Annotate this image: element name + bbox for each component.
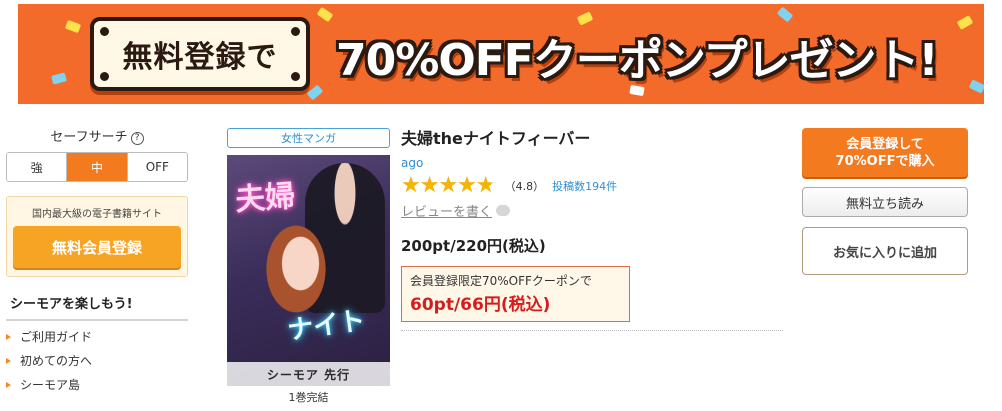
free-trial-read-button[interactable]: 無料立ち読み bbox=[802, 187, 968, 217]
banner-plate-text: 無料登録で bbox=[122, 40, 278, 75]
buy-button-line2: 70%OFFで購入 bbox=[835, 153, 935, 169]
confetti-decoration bbox=[306, 84, 324, 101]
question-circle-icon[interactable]: ? bbox=[130, 132, 144, 145]
sidebar-links: ご利用ガイド 初めての方へ シーモア島 bbox=[6, 325, 188, 397]
promo-banner[interactable]: 無料登録で 70%OFFクーポンプレゼント! bbox=[18, 4, 984, 104]
sidebar-link-cmoa-island[interactable]: シーモア島 bbox=[6, 373, 188, 397]
triangle-right-icon bbox=[6, 382, 11, 388]
coupon-caption: 会員登録限定70%OFFクーポンで bbox=[410, 274, 592, 288]
book-title: 夫婦theナイトフィーバー bbox=[401, 129, 591, 148]
safe-search-option-strong[interactable]: 強 bbox=[7, 153, 68, 181]
coupon-price: 60pt/66円(税込) bbox=[410, 295, 551, 315]
cover-neon-title-top: 夫婦 bbox=[234, 178, 297, 219]
author-link[interactable]: ago bbox=[401, 156, 783, 170]
reviews-count-link[interactable]: 投稿数194件 bbox=[552, 178, 617, 194]
confetti-decoration bbox=[956, 15, 974, 30]
sidebar-heading: シーモアを楽しもう! bbox=[6, 287, 188, 321]
member-buy-button[interactable]: 会員登録して 70%OFFで購入 bbox=[802, 128, 968, 177]
volume-note: 1巻完結 bbox=[288, 391, 329, 404]
safe-search-selector: 強 中 OFF bbox=[6, 152, 188, 182]
action-panel: 会員登録して 70%OFFで購入 無料立ち読み お気に入りに追加 bbox=[802, 128, 968, 275]
coupon-box: 会員登録限定70%OFFクーポンで 60pt/66円(税込) bbox=[401, 266, 630, 322]
book-info: 夫婦theナイトフィーバー ago ★★★★★ ★★★★★ （4.8） 投稿数1… bbox=[401, 128, 783, 331]
add-to-favorites-button[interactable]: お気に入りに追加 bbox=[802, 227, 968, 275]
write-review-link[interactable]: レビューを書く bbox=[401, 201, 783, 220]
cover-brand-bar: シーモア 先行 bbox=[227, 362, 390, 386]
triangle-right-icon bbox=[6, 358, 11, 364]
safe-search-option-medium[interactable]: 中 bbox=[67, 153, 128, 181]
speech-bubble-icon bbox=[496, 205, 511, 216]
rating-row: ★★★★★ ★★★★★ （4.8） 投稿数194件 bbox=[401, 175, 783, 197]
confetti-decoration bbox=[51, 72, 67, 85]
left-sidebar: セーフサーチ? 強 中 OFF 国内最大級の電子書籍サイト 無料会員登録 シーモ… bbox=[6, 128, 188, 397]
safe-search-option-off[interactable]: OFF bbox=[127, 153, 187, 181]
confetti-decoration bbox=[64, 19, 82, 34]
divider bbox=[401, 330, 783, 331]
banner-plate: 無料登録で bbox=[90, 17, 310, 91]
buy-button-line1: 会員登録して bbox=[846, 136, 924, 152]
rating-score: （4.8） bbox=[504, 180, 545, 193]
banner-headline: 70%OFFクーポンプレゼント! bbox=[336, 35, 939, 86]
free-signup-button[interactable]: 無料会員登録 bbox=[13, 226, 181, 268]
star-rating: ★★★★★ ★★★★★ bbox=[401, 175, 496, 197]
safe-search-label: セーフサーチ bbox=[50, 130, 128, 145]
confetti-decoration bbox=[776, 6, 794, 23]
genre-tag[interactable]: 女性マンガ bbox=[227, 128, 390, 148]
signup-box: 国内最大級の電子書籍サイト 無料会員登録 bbox=[6, 196, 188, 277]
confetti-decoration bbox=[316, 6, 334, 23]
triangle-right-icon bbox=[6, 334, 11, 340]
book-cover-image[interactable]: 夫婦 ナイト シーモア 先行 bbox=[227, 155, 390, 386]
write-review-label: レビューを書く bbox=[401, 205, 493, 220]
signup-caption: 国内最大級の電子書籍サイト bbox=[32, 209, 162, 220]
confetti-decoration bbox=[968, 79, 984, 94]
sidebar-link-guide[interactable]: ご利用ガイド bbox=[6, 325, 188, 349]
book-price: 200pt/220円(税込) bbox=[401, 237, 546, 255]
safe-search-title: セーフサーチ? bbox=[6, 128, 188, 148]
sidebar-link-first-time[interactable]: 初めての方へ bbox=[6, 349, 188, 373]
star-icons-filled: ★★★★★ bbox=[401, 175, 491, 197]
